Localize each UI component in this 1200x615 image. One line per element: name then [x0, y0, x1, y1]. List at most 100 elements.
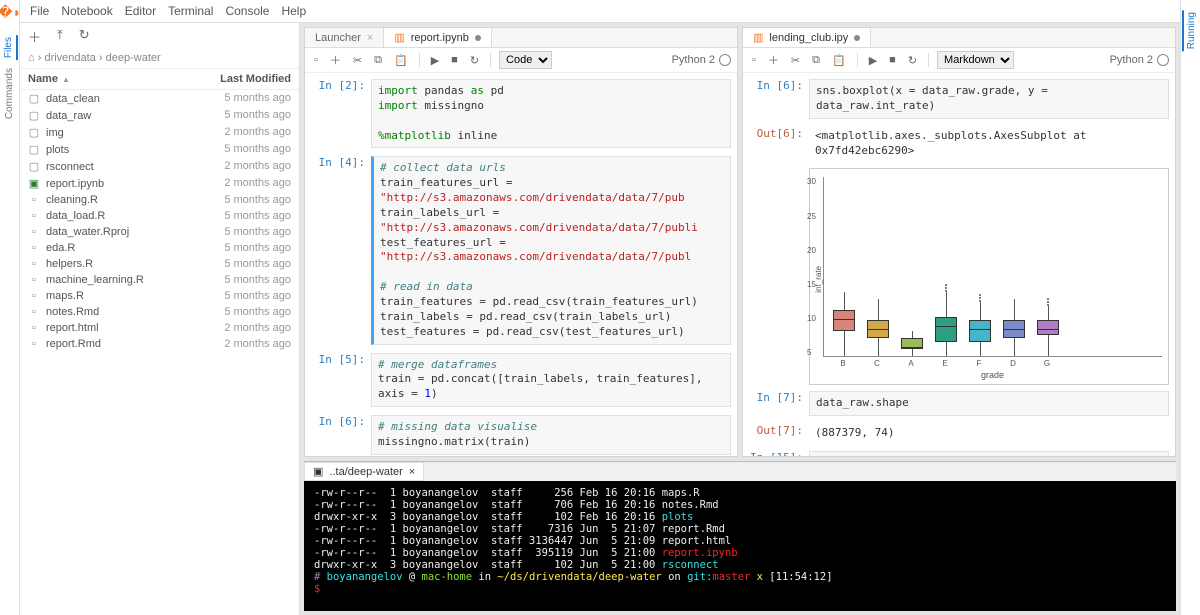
- home-icon[interactable]: ⌂: [28, 52, 35, 64]
- files-tab[interactable]: Files: [1, 35, 18, 60]
- file-name: helpers.R: [46, 258, 93, 270]
- list-item[interactable]: report.ipynb2 months ago: [20, 175, 299, 192]
- file-name: report.Rmd: [46, 338, 101, 350]
- list-item[interactable]: helpers.R 5 months ago: [20, 256, 299, 272]
- file-modified: 2 months ago: [224, 160, 291, 173]
- list-item[interactable]: data_water.Rproj5 months ago: [20, 224, 299, 240]
- list-item[interactable]: data_clean5 months ago: [20, 90, 299, 107]
- crumb-drivendata[interactable]: drivendata: [44, 52, 95, 64]
- tab-launcher-label: Launcher: [315, 32, 361, 44]
- upload-button[interactable]: ⤒: [57, 27, 63, 46]
- paste-button[interactable]: 📋: [829, 53, 849, 68]
- running-tab[interactable]: Running: [1182, 10, 1199, 51]
- kernel-status-icon: [719, 54, 731, 66]
- list-item[interactable]: cleaning.R5 months ago: [20, 192, 299, 208]
- close-icon[interactable]: ×: [409, 466, 415, 478]
- file-icon: [28, 242, 40, 254]
- run-button[interactable]: ▶: [428, 53, 442, 68]
- restart-button[interactable]: ↻: [905, 53, 920, 68]
- run-button[interactable]: ▶: [866, 53, 880, 68]
- cut-button[interactable]: ✂: [350, 53, 365, 68]
- tabbar-right: ▥ lending_club.ipy: [743, 28, 1175, 48]
- list-item[interactable]: data_load.R 5 months ago: [20, 208, 299, 224]
- close-icon[interactable]: ×: [367, 32, 373, 44]
- menu-console[interactable]: Console: [225, 4, 269, 18]
- list-item[interactable]: img2 months ago: [20, 124, 299, 141]
- file-modified: 5 months ago: [224, 210, 291, 222]
- list-item[interactable]: machine_learning.R5 months ago: [20, 272, 299, 288]
- stop-button[interactable]: ■: [448, 53, 461, 67]
- commands-tab[interactable]: Commands: [2, 66, 17, 121]
- cut-button[interactable]: ✂: [788, 53, 803, 68]
- add-cell-button[interactable]: ＋: [765, 51, 782, 69]
- fb-header[interactable]: Name Last Modified: [20, 69, 299, 90]
- file-modified: 5 months ago: [224, 258, 291, 270]
- nb-icon: [28, 177, 40, 190]
- paste-button[interactable]: 📋: [391, 53, 411, 68]
- tab-report[interactable]: ▥ report.ipynb: [384, 28, 492, 47]
- file-icon: [28, 274, 40, 286]
- crumb-deep-water[interactable]: deep-water: [106, 52, 161, 64]
- new-button[interactable]: ＋: [28, 27, 41, 46]
- menu-file[interactable]: File: [30, 4, 49, 18]
- list-item[interactable]: report.Rmd2 months ago: [20, 336, 299, 352]
- prompt: In [15]:: [749, 451, 809, 456]
- terminal-body[interactable]: -rw-r--r-- 1 boyanangelov staff 256 Feb …: [304, 481, 1176, 611]
- col-modified[interactable]: Last Modified: [220, 73, 291, 85]
- file-name: report.ipynb: [46, 178, 104, 190]
- save-button[interactable]: ▫: [749, 53, 759, 67]
- save-button[interactable]: ▫: [311, 53, 321, 67]
- stop-button[interactable]: ■: [886, 53, 899, 67]
- breadcrumb[interactable]: ⌂ › drivendata › deep-water: [20, 50, 299, 69]
- prompt: In [6]:: [311, 415, 371, 455]
- file-icon: [28, 258, 40, 270]
- kernel-name[interactable]: Python 2: [1110, 54, 1153, 66]
- cell-code[interactable]: # missing data visualise missingno.matri…: [371, 415, 731, 455]
- menu-editor[interactable]: Editor: [125, 4, 156, 18]
- restart-button[interactable]: ↻: [467, 53, 482, 68]
- dirty-dot-icon: [475, 35, 481, 41]
- list-item[interactable]: plots5 months ago: [20, 141, 299, 158]
- copy-button[interactable]: ⧉: [809, 53, 823, 68]
- kernel-name[interactable]: Python 2: [672, 54, 715, 66]
- list-item[interactable]: eda.R5 months ago: [20, 240, 299, 256]
- file-modified: 2 months ago: [224, 126, 291, 139]
- file-modified: 5 months ago: [224, 143, 291, 156]
- tab-launcher[interactable]: Launcher ×: [305, 28, 384, 47]
- list-item[interactable]: notes.Rmd 5 months ago: [20, 304, 299, 320]
- add-cell-button[interactable]: ＋: [327, 51, 344, 69]
- terminal-tab[interactable]: ▣ ..ta/deep-water ×: [304, 462, 424, 481]
- left-sidebar: �◗ Files Commands: [0, 0, 20, 615]
- file-icon: [28, 306, 40, 318]
- menu-terminal[interactable]: Terminal: [168, 4, 213, 18]
- fb-toolbar: ＋ ⤒ ↻: [20, 23, 299, 50]
- right-sidebar: Running: [1180, 0, 1200, 615]
- file-icon: [28, 210, 40, 222]
- cell-code[interactable]: sns.boxplot(x = data_raw.grade, y = data…: [809, 79, 1169, 119]
- prompt: In [7]:: [749, 391, 809, 416]
- list-item[interactable]: report.html2 months ago: [20, 320, 299, 336]
- cell-code[interactable]: # collect data urls train_features_url =…: [371, 156, 731, 344]
- file-name: notes.Rmd: [46, 306, 99, 318]
- cell-code[interactable]: import pandas as pd import missingno %ma…: [371, 79, 731, 148]
- file-name: rsconnect: [46, 161, 94, 173]
- prompt: In [4]:: [311, 156, 371, 344]
- cell-code[interactable]: data_raw.shape: [809, 391, 1169, 416]
- col-name[interactable]: Name: [28, 73, 70, 85]
- list-item[interactable]: maps.R5 months ago: [20, 288, 299, 304]
- copy-button[interactable]: ⧉: [371, 53, 385, 68]
- file-modified: 5 months ago: [224, 306, 291, 318]
- cell-code[interactable]: sns.distplot(data_raw['loan_amnt']);: [809, 451, 1169, 456]
- list-item[interactable]: rsconnect 2 months ago: [20, 158, 299, 175]
- file-name: data_load.R: [46, 210, 105, 222]
- menu-help[interactable]: Help: [281, 4, 306, 18]
- cell-type-select[interactable]: Markdown: [937, 51, 1014, 69]
- tab-lending[interactable]: ▥ lending_club.ipy: [743, 28, 871, 47]
- menu-notebook[interactable]: Notebook: [61, 4, 112, 18]
- list-item[interactable]: data_raw5 months ago: [20, 107, 299, 124]
- refresh-button[interactable]: ↻: [79, 27, 90, 46]
- cell-code[interactable]: # merge dataframes train = pd.concat([tr…: [371, 353, 731, 408]
- cell-type-select[interactable]: Code: [499, 51, 552, 69]
- cells-right: In [6]: sns.boxplot(x = data_raw.grade, …: [743, 73, 1175, 456]
- jupyter-icon: �◗: [0, 4, 21, 21]
